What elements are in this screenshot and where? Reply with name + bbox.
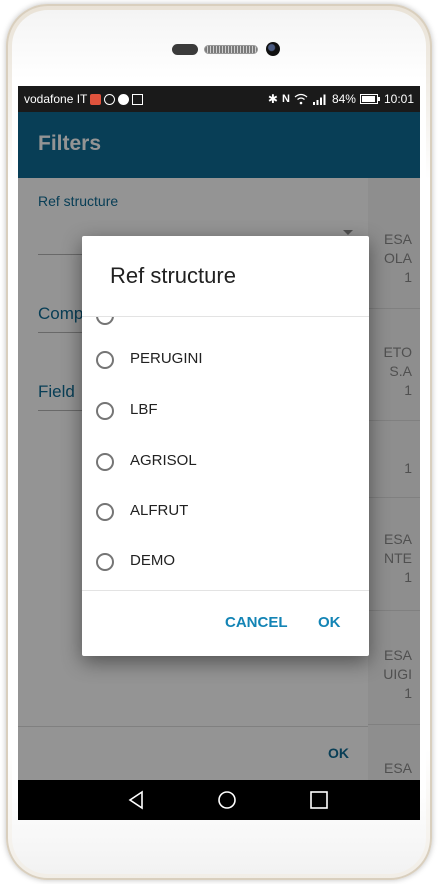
option-lbf[interactable]: LBF [82,386,369,436]
battery-percent: 84% [331,92,356,106]
status-bar: vodafone IT ✱ N 84% 10:01 [18,86,420,112]
gallery-icon [132,93,144,105]
option-label: AGRISOL [130,452,197,469]
dialog-bottom-divider [82,590,369,591]
home-icon[interactable] [214,788,240,812]
sensor-icon [172,44,198,55]
options-list[interactable]: PERUGINI LBF AGRISOL ALFRUT DEMO [82,317,369,589]
option-perugini[interactable]: PERUGINI [82,335,369,385]
whatsapp-icon [104,93,116,105]
radio-button[interactable] [96,503,114,521]
ok-button[interactable]: OK [318,614,341,631]
status-left: vodafone IT [24,92,144,106]
option-label: DEMO [130,552,175,569]
chrome-icon [118,93,130,105]
back-icon[interactable] [124,788,150,812]
radio-button[interactable] [96,553,114,571]
radio-button[interactable] [96,453,114,471]
wifi-icon [294,93,308,105]
option-agrisol[interactable]: AGRISOL [82,437,369,487]
bluetooth-icon: ✱ [267,92,278,106]
option-label: LBF [130,401,158,418]
screen: vodafone IT ✱ N 84% 10:01 Filters ESA OL… [18,86,420,820]
app-notification-icon [90,93,102,105]
navigation-bar [18,780,420,820]
status-right: ✱ N 84% 10:01 [268,92,414,106]
battery-icon [359,94,380,104]
front-camera-icon [266,42,280,56]
ref-structure-dialog: Ref structure PERUGINI LBF AGRISOL ALFRU… [82,236,369,656]
option-label: ALFRUT [130,502,189,519]
dialog-title: Ref structure [110,263,236,288]
option-demo[interactable]: DEMO [82,537,369,587]
radio-button[interactable] [96,402,114,420]
radio-button[interactable] [96,317,114,325]
option-label: PERUGINI [130,350,203,367]
option-alfrut[interactable]: ALFRUT [82,487,369,537]
earpiece-speaker [204,45,258,54]
radio-button[interactable] [96,351,114,369]
cancel-button[interactable]: CANCEL [225,614,288,631]
carrier-label: vodafone IT [24,92,88,106]
signal-icon [312,94,326,105]
recents-icon[interactable] [306,788,332,812]
nfc-icon: N [281,93,290,105]
clock: 10:01 [383,92,414,106]
